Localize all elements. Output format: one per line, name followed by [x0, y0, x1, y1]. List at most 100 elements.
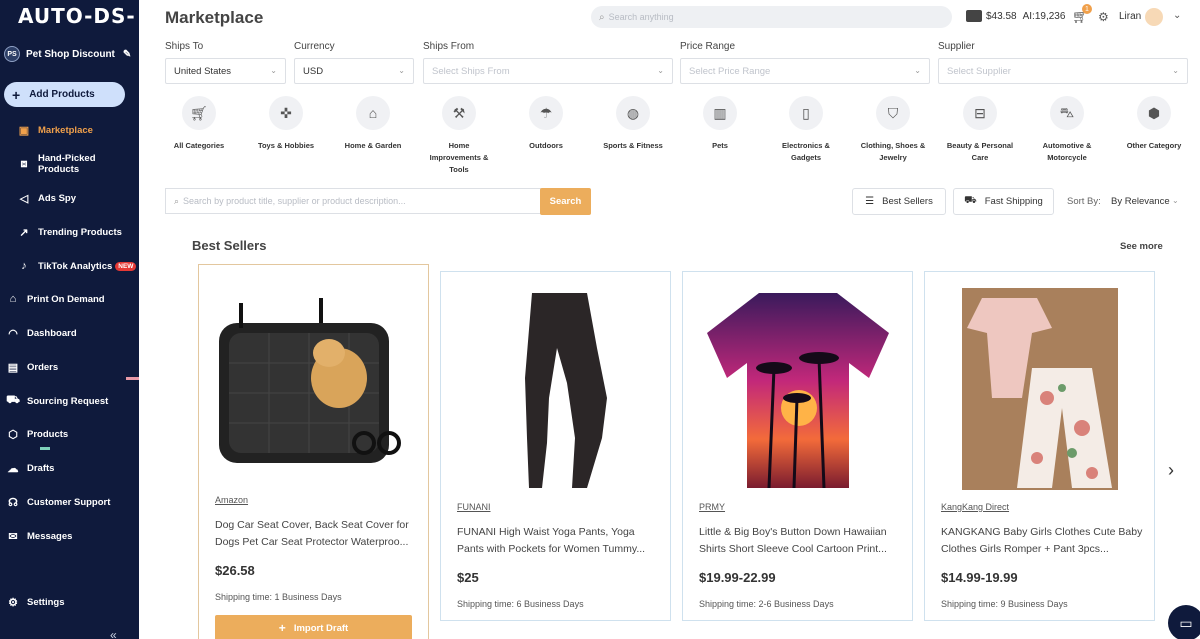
product-image[interactable]	[214, 283, 412, 481]
category-sports[interactable]: ◍ Sports & Fitness	[596, 96, 670, 152]
phone-icon: ▯	[789, 96, 823, 130]
import-draft-button[interactable]: + Import Draft	[215, 615, 412, 639]
sidebar-item-print-on-demand[interactable]: ⌂ Print On Demand	[0, 287, 139, 311]
app-logo[interactable]: AUTO-DS-	[18, 4, 136, 28]
sidebar-item-settings[interactable]: ⚙ Settings	[0, 590, 139, 614]
resize-handle[interactable]	[126, 377, 139, 380]
sidebar-item-ads-spy[interactable]: ◁ Ads Spy	[0, 186, 139, 210]
sidebar-item-orders[interactable]: ▤ Orders	[0, 355, 139, 379]
shipping-time: Shipping time: 2-6 Business Days	[699, 599, 834, 609]
product-title[interactable]: Dog Car Seat Cover, Back Seat Cover for …	[215, 517, 420, 553]
sort-by-select[interactable]: By Relevance	[1111, 196, 1170, 207]
category-label: Sports & Fitness	[603, 141, 663, 150]
product-title[interactable]: Little & Big Boy's Button Down Hawaiian …	[699, 524, 904, 560]
category-toys[interactable]: ✜ Toys & Hobbies	[249, 96, 323, 152]
avatar[interactable]	[1145, 8, 1163, 26]
sidebar-item-sourcing[interactable]: ⛟ Sourcing Request	[0, 389, 139, 413]
category-electronics[interactable]: ▯ Electronics & Gadgets	[769, 96, 843, 164]
price-range-value: Select Price Range	[689, 65, 771, 77]
add-products-button[interactable]: + Add Products	[4, 82, 125, 107]
product-card[interactable]: Amazon Dog Car Seat Cover, Back Seat Cov…	[198, 264, 429, 639]
product-image[interactable]	[962, 288, 1118, 490]
ships-from-select[interactable]: Select Ships From ⌄	[423, 58, 673, 84]
store-selector[interactable]: PS Pet Shop Discount ✎	[4, 44, 135, 64]
tools-icon: ⚒	[442, 96, 476, 130]
import-draft-label: Import Draft	[293, 622, 349, 634]
global-search-input[interactable]: ⌕ Search anything	[591, 6, 952, 28]
package-icon: ⬢	[1137, 96, 1171, 130]
price-range-select[interactable]: Select Price Range ⌄	[680, 58, 930, 84]
sidebar-item-messages[interactable]: ✉ Messages	[0, 524, 139, 548]
supplier-link[interactable]: PRMY	[699, 502, 725, 512]
wallet-balance[interactable]: $43.58 AI:19,236	[966, 10, 1065, 22]
sidebar-item-drafts[interactable]: ☁ Drafts	[0, 456, 139, 480]
sidebar-item-tiktok[interactable]: ♪ TikTok Analytics NEW	[0, 254, 139, 278]
chevron-right-icon[interactable]: ›	[1168, 460, 1174, 481]
see-more-link[interactable]: See more	[1120, 241, 1163, 252]
category-automotive[interactable]: ⛍ Automotive & Motorcycle	[1030, 96, 1104, 164]
category-outdoors[interactable]: ☂ Outdoors	[509, 96, 583, 152]
sidebar-item-hand-picked[interactable]: ⧈ Hand-Picked Products	[0, 152, 139, 176]
category-home-garden[interactable]: ⌂ Home & Garden	[336, 96, 410, 152]
chat-icon[interactable]: ▭	[1168, 605, 1200, 639]
sidebar-item-label: Dashboard	[27, 327, 77, 339]
search-button[interactable]: Search	[540, 188, 591, 215]
trend-icon: ↗	[19, 226, 29, 239]
orders-icon: ▤	[7, 361, 19, 374]
product-card[interactable]: FUNANI FUNANI High Waist Yoga Pants, Yog…	[440, 271, 671, 621]
supplier-link[interactable]: Amazon	[215, 495, 248, 505]
collapse-sidebar-button[interactable]: «	[110, 628, 117, 639]
search-icon: ⌕	[599, 11, 605, 23]
supplier-link[interactable]: KangKang Direct	[941, 502, 1009, 512]
supplier-select[interactable]: Select Supplier ⌄	[938, 58, 1188, 84]
product-search-input[interactable]: ⌕ Search by product title, supplier or p…	[165, 188, 541, 214]
bag-icon: ▣	[18, 124, 30, 137]
sidebar-item-products[interactable]: ⬡ Products	[0, 422, 139, 446]
product-title[interactable]: FUNANI High Waist Yoga Pants, Yoga Pants…	[457, 524, 662, 560]
category-clothing[interactable]: ⛉ Clothing, Shoes & Jewelry	[856, 96, 930, 164]
category-home-improvements[interactable]: ⚒ Home Improvements & Tools	[422, 96, 496, 176]
product-image[interactable]	[699, 288, 897, 490]
category-beauty[interactable]: ⊟ Beauty & Personal Care	[943, 96, 1017, 164]
balance-value: $43.58	[986, 10, 1017, 22]
chevron-down-icon: ⌄	[270, 66, 277, 75]
sidebar-item-label: Print On Demand	[27, 293, 105, 305]
sidebar-item-customer-support[interactable]: ☊ Customer Support	[0, 490, 139, 514]
category-other[interactable]: ⬢ Other Category	[1117, 96, 1191, 152]
best-sellers-label: Best Sellers	[882, 196, 933, 207]
category-label: Clothing, Shoes & Jewelry	[860, 141, 926, 162]
currency-select[interactable]: USD ⌄	[294, 58, 414, 84]
ships-to-select[interactable]: United States ⌄	[165, 58, 286, 84]
sort-by-label: Sort By:	[1067, 196, 1101, 207]
beauty-icon: ⊟	[963, 96, 997, 130]
user-name[interactable]: Liran	[1119, 11, 1141, 22]
product-card[interactable]: KangKang Direct KANGKANG Baby Girls Clot…	[924, 271, 1155, 621]
cart-icon: 🛒︎	[182, 96, 216, 130]
product-title[interactable]: KANGKANG Baby Girls Clothes Cute Baby Cl…	[941, 524, 1146, 560]
truck-icon: ⛟	[6, 394, 20, 406]
best-sellers-filter-button[interactable]: ☰ Best Sellers	[852, 188, 946, 215]
currency-label: Currency	[294, 41, 335, 52]
settings-icon[interactable]: ⚙	[1098, 10, 1109, 24]
ships-from-label: Ships From	[423, 41, 475, 52]
fast-shipping-filter-button[interactable]: ⛟ Fast Shipping	[953, 188, 1054, 215]
supplier-link[interactable]: FUNANI	[457, 502, 491, 512]
sidebar-item-marketplace[interactable]: ▣ Marketplace	[0, 118, 139, 142]
category-pets[interactable]: ▥ Pets	[683, 96, 757, 152]
category-all[interactable]: 🛒︎ All Categories	[162, 96, 236, 152]
shirt-icon: ⛉	[876, 96, 910, 130]
category-label: Pets	[712, 141, 728, 150]
sidebar-item-trending[interactable]: ↗ Trending Products	[0, 220, 139, 244]
category-label: Toys & Hobbies	[257, 141, 315, 150]
pencil-icon[interactable]: ✎	[123, 49, 131, 60]
sidebar-item-dashboard[interactable]: ◠ Dashboard	[0, 321, 139, 345]
sidebar: AUTO-DS- PS Pet Shop Discount ✎ + Add Pr…	[0, 0, 139, 639]
ai-credits: AI:19,236	[1022, 10, 1066, 22]
mail-icon: ✉	[8, 530, 18, 543]
product-card[interactable]: PRMY Little & Big Boy's Button Down Hawa…	[682, 271, 913, 621]
car-icon: ⛍	[1050, 96, 1084, 130]
product-image[interactable]	[457, 288, 655, 490]
cart-button[interactable]: 🛒︎ 1	[1072, 4, 1092, 25]
chevron-down-icon[interactable]: ⌄	[1172, 196, 1179, 205]
chevron-down-icon[interactable]: ⌄	[1173, 10, 1181, 21]
